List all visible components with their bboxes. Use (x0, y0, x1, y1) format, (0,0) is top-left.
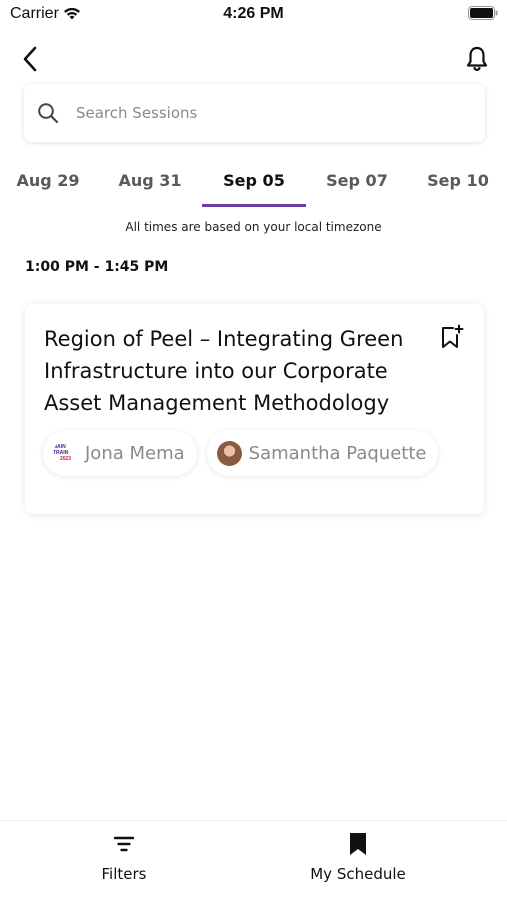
tab-sep-10[interactable]: Sep 10 (410, 160, 506, 200)
tab-sep-05[interactable]: Sep 05 (205, 160, 303, 200)
avatar (216, 440, 242, 466)
active-tab-indicator (202, 204, 306, 207)
bookmark-icon (350, 833, 366, 855)
speaker-chip[interactable]: MAIN TRAIN 2023 Jona Mema (43, 430, 197, 476)
tab-aug-31[interactable]: Aug 31 (102, 160, 198, 200)
tab-aug-29[interactable]: Aug 29 (0, 160, 96, 200)
session-card[interactable]: Region of Peel – Integrating Green Infra… (25, 304, 484, 514)
speaker-chip[interactable]: Samantha Paquette (206, 430, 439, 476)
app-screen: Carrier 4:26 PM Aug 29 Aug 31 (0, 0, 507, 900)
speaker-list: MAIN TRAIN 2023 Jona Mema Samantha Paque… (43, 430, 439, 476)
avatar-logo-year: 2023 (59, 456, 72, 462)
filter-icon (113, 836, 135, 852)
session-title: Region of Peel – Integrating Green Infra… (44, 327, 404, 415)
my-schedule-button[interactable]: My Schedule (278, 831, 438, 883)
date-tabs: Aug 29 Aug 31 Sep 05 Sep 07 Sep 10 (0, 160, 507, 208)
time-slot-heading: 1:00 PM - 1:45 PM (25, 259, 169, 275)
avatar-logo-text: MAIN TRAIN (53, 444, 69, 456)
bell-icon (466, 46, 488, 71)
search-input[interactable] (76, 98, 436, 128)
tab-sep-07[interactable]: Sep 07 (309, 160, 405, 200)
timezone-note: All times are based on your local timezo… (125, 220, 382, 234)
bookmark-add-icon[interactable] (440, 324, 464, 350)
notifications-button[interactable] (463, 44, 491, 74)
bottom-navigation: Filters My Schedule (0, 820, 507, 900)
back-button[interactable] (16, 44, 44, 74)
my-schedule-label: My Schedule (310, 865, 406, 883)
battery-icon (468, 6, 498, 20)
speaker-name: Jona Mema (85, 442, 185, 464)
search-bar[interactable] (24, 84, 485, 142)
filters-button[interactable]: Filters (44, 831, 204, 883)
status-time: 4:26 PM (223, 5, 284, 22)
search-icon (38, 103, 59, 124)
filters-label: Filters (101, 865, 147, 883)
avatar: MAIN TRAIN 2023 (53, 440, 78, 466)
speaker-name: Samantha Paquette (248, 442, 427, 464)
chevron-left-icon (23, 46, 37, 72)
status-bar: Carrier 4:26 PM (0, 0, 507, 30)
